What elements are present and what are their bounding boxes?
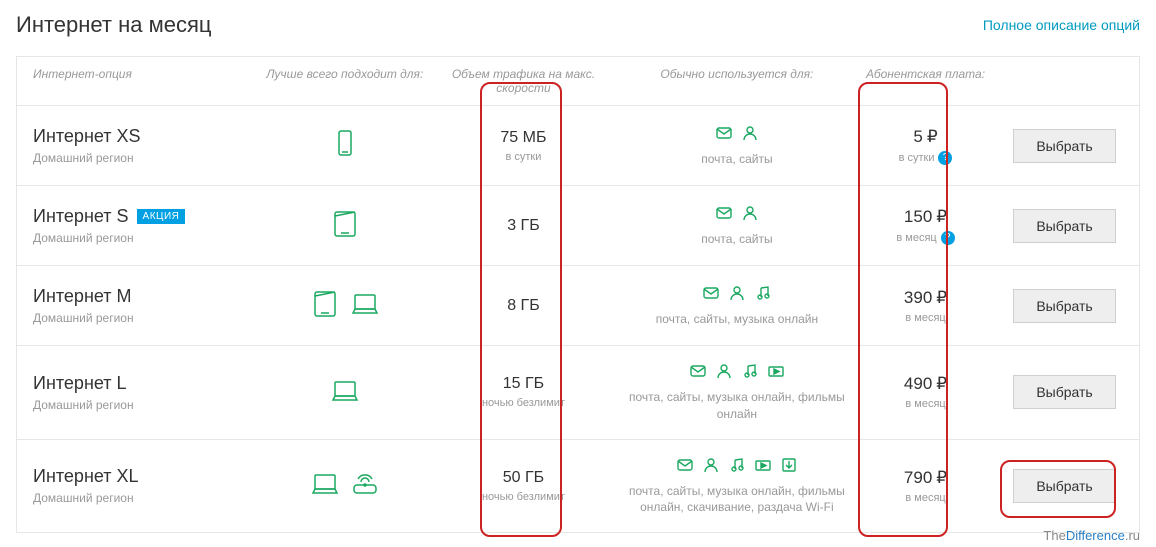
col-header-price: Абонентская плата: xyxy=(861,67,990,95)
full-description-link[interactable]: Полное описание опций xyxy=(983,17,1140,33)
price-value: 490₽ xyxy=(904,374,947,394)
price-sub: в сутки? xyxy=(899,151,953,165)
plan-title[interactable]: Интернет XS xyxy=(33,126,141,147)
ruble-icon: ₽ xyxy=(936,468,947,488)
select-button[interactable]: Выбрать xyxy=(1013,289,1115,323)
plan-title[interactable]: Интернет XL xyxy=(33,466,139,487)
plan-title[interactable]: Интернет L xyxy=(33,373,127,394)
tablet-icon xyxy=(310,287,340,324)
plan-subtitle: Домашний регион xyxy=(33,311,134,325)
info-icon[interactable]: ? xyxy=(941,231,955,245)
ruble-icon: ₽ xyxy=(927,127,938,147)
table-row: Интернет M Домашний регион 8 ГБ почта, сайт… xyxy=(17,266,1139,346)
plan-title[interactable]: Интернет SАКЦИЯ xyxy=(33,206,185,227)
table-row: Интернет SАКЦИЯ Домашний регион 3 ГБ почта,… xyxy=(17,186,1139,266)
traffic-sub: ночью безлимит xyxy=(482,491,565,503)
info-icon[interactable]: ? xyxy=(938,151,952,165)
person-icon xyxy=(715,362,733,383)
promo-badge: АКЦИЯ xyxy=(137,209,186,224)
select-button[interactable]: Выбрать xyxy=(1013,209,1115,243)
col-header-traffic: Объем трафика на макс. скорости xyxy=(434,67,613,95)
router-icon xyxy=(350,467,380,504)
music-icon xyxy=(728,456,746,477)
ruble-icon: ₽ xyxy=(936,207,947,227)
price-sub: в месяц xyxy=(905,312,945,324)
mail-icon xyxy=(715,124,733,145)
person-icon xyxy=(728,284,746,305)
plan-title[interactable]: Интернет M xyxy=(33,286,132,307)
plans-table: Интернет-опция Лучше всего подходит для:… xyxy=(16,56,1140,533)
col-header-name: Интернет-опция xyxy=(17,67,255,95)
price-value: 390₽ xyxy=(904,288,947,308)
download-icon xyxy=(780,456,798,477)
table-row: Интернет XS Домашний регион 75 МБ в сутки по… xyxy=(17,106,1139,186)
mail-icon xyxy=(676,456,694,477)
col-header-device: Лучше всего подходит для: xyxy=(255,67,434,95)
music-icon xyxy=(741,362,759,383)
tablet-icon xyxy=(330,207,360,244)
plan-subtitle: Домашний регион xyxy=(33,398,134,412)
select-button[interactable]: Выбрать xyxy=(1013,469,1115,503)
usage-text: почта, сайты xyxy=(701,231,772,248)
traffic-value: 50 ГБ xyxy=(503,469,544,487)
usage-text: почта, сайты, музыка онлайн, фильмы онла… xyxy=(627,389,847,423)
music-icon xyxy=(754,284,772,305)
table-header: Интернет-опция Лучше всего подходит для:… xyxy=(17,57,1139,106)
video-icon xyxy=(767,362,785,383)
price-value: 150₽ xyxy=(904,207,947,227)
select-button[interactable]: Выбрать xyxy=(1013,375,1115,409)
usage-text: почта, сайты, музыка онлайн xyxy=(656,311,818,328)
plan-subtitle: Домашний регион xyxy=(33,491,134,505)
watermark: TheDifference.ru xyxy=(1043,528,1140,543)
traffic-sub: в сутки xyxy=(505,151,541,163)
mail-icon xyxy=(715,204,733,225)
ruble-icon: ₽ xyxy=(936,374,947,394)
traffic-value: 3 ГБ xyxy=(507,217,540,235)
price-value: 5₽ xyxy=(913,127,937,147)
phone-icon xyxy=(330,127,360,164)
mail-icon xyxy=(689,362,707,383)
traffic-value: 8 ГБ xyxy=(507,297,540,315)
price-value: 790₽ xyxy=(904,468,947,488)
traffic-sub: ночью безлимит xyxy=(482,397,565,409)
table-row: Интернет XL Домашний регион 50 ГБ ночью без… xyxy=(17,440,1139,533)
select-button[interactable]: Выбрать xyxy=(1013,129,1115,163)
laptop-icon xyxy=(350,287,380,324)
traffic-value: 75 МБ xyxy=(500,129,546,147)
usage-text: почта, сайты xyxy=(701,151,772,168)
usage-text: почта, сайты, музыка онлайн, фильмы онла… xyxy=(627,483,847,517)
traffic-value: 15 ГБ xyxy=(503,375,544,393)
ruble-icon: ₽ xyxy=(936,288,947,308)
laptop-icon xyxy=(330,374,360,411)
person-icon xyxy=(741,204,759,225)
table-row: Интернет L Домашний регион 15 ГБ ночью безл… xyxy=(17,346,1139,440)
plan-subtitle: Домашний регион xyxy=(33,151,134,165)
person-icon xyxy=(741,124,759,145)
price-sub: в месяц? xyxy=(896,231,954,245)
price-sub: в месяц xyxy=(905,492,945,504)
mail-icon xyxy=(702,284,720,305)
plan-subtitle: Домашний регион xyxy=(33,231,134,245)
video-icon xyxy=(754,456,772,477)
col-header-usage: Обычно используется для: xyxy=(613,67,861,95)
laptop-icon xyxy=(310,467,340,504)
page-title: Интернет на месяц xyxy=(16,12,211,38)
price-sub: в месяц xyxy=(905,398,945,410)
person-icon xyxy=(702,456,720,477)
